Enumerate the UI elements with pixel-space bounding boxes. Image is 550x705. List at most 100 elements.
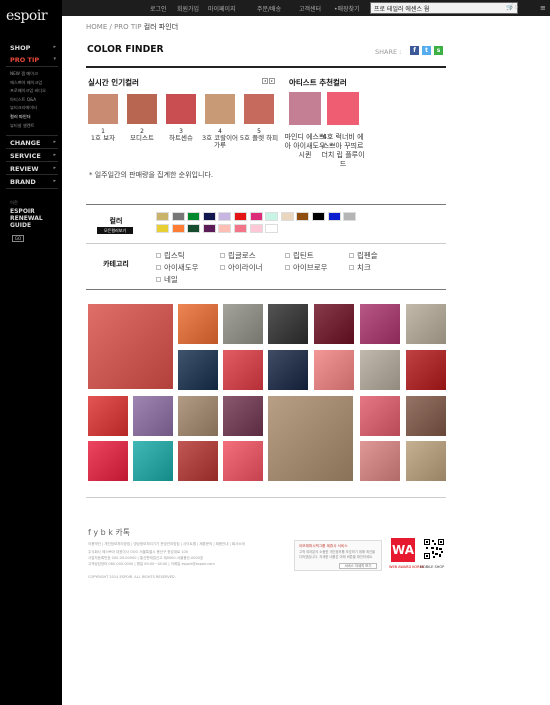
hamburger-icon[interactable]: ≡ [540, 4, 546, 12]
next-arrow-icon[interactable]: ▸ [269, 78, 275, 84]
popular-color-item[interactable]: 5 5호 플렛 하피 [240, 94, 278, 142]
brand-logo[interactable]: espoir [6, 8, 48, 24]
submenu-item[interactable]: 프로메이크업 비디오 [10, 87, 60, 96]
partner-box-button[interactable]: 서비스 자세히 보기 [339, 563, 377, 569]
nav-service[interactable]: SERVICE ▸ [10, 152, 58, 160]
color-chip[interactable] [249, 224, 263, 233]
result-swatch[interactable] [268, 350, 308, 390]
color-chip[interactable] [312, 212, 325, 221]
login-link[interactable]: 로그인 [150, 4, 167, 13]
renewal-go-button[interactable]: GO [12, 235, 24, 242]
color-chip[interactable] [343, 212, 357, 221]
color-chip[interactable] [280, 212, 294, 221]
checkbox[interactable] [156, 253, 161, 258]
color-chip[interactable] [234, 212, 247, 221]
color-chip[interactable] [187, 212, 201, 221]
result-swatch[interactable] [223, 441, 263, 481]
submenu-item[interactable]: 아티스트 Q&A [10, 96, 60, 105]
result-swatch[interactable] [360, 441, 400, 481]
checkbox[interactable] [349, 253, 354, 258]
result-swatch[interactable] [360, 350, 400, 390]
result-swatch[interactable] [406, 350, 446, 390]
footer-links[interactable]: 이용약관 | 개인정보처리방침 | 영상정보처리기기 운영관리방침 | 사이트맵… [88, 542, 245, 547]
facebook-icon[interactable]: f [410, 46, 419, 55]
checkbox[interactable] [156, 265, 161, 270]
color-chip[interactable] [265, 212, 279, 221]
prev-arrow-icon[interactable]: ◂ [262, 78, 268, 84]
result-swatch[interactable] [88, 304, 173, 389]
popular-color-item[interactable]: 3 하트센슈 [166, 94, 196, 142]
support-link[interactable]: 고객센터 [299, 4, 321, 13]
result-swatch[interactable] [314, 304, 354, 344]
category-lipgloss[interactable]: 립글로스 [220, 250, 256, 261]
result-swatch[interactable] [178, 350, 218, 390]
color-chip[interactable] [296, 212, 310, 221]
checkbox[interactable] [156, 277, 161, 282]
all-colors-button[interactable]: 모든컬러보기 [97, 227, 133, 234]
color-chip[interactable] [187, 224, 201, 233]
result-swatch[interactable] [360, 396, 400, 436]
artist-color-item[interactable]: 마인디 에스쁘아 아이새도우 시퀸 [285, 92, 325, 159]
color-chip[interactable] [234, 224, 247, 233]
color-chip[interactable] [202, 212, 216, 221]
category-lippencil[interactable]: 립펜슬 [349, 250, 378, 261]
color-chip[interactable] [171, 212, 185, 221]
order-link[interactable]: 주문/배송 [257, 4, 281, 13]
nav-change[interactable]: CHANGE ▸ [10, 139, 58, 147]
popular-color-item[interactable]: 2 모디스트 [127, 94, 157, 142]
twitter-icon[interactable]: t [422, 46, 431, 55]
breadcrumb-home[interactable]: HOME [86, 23, 107, 31]
category-cheek[interactable]: 치크 [349, 262, 371, 273]
result-swatch[interactable] [223, 350, 263, 390]
category-nail[interactable]: 네일 [156, 274, 178, 285]
submenu-item[interactable]: NEW 잼 메이크 [10, 70, 60, 79]
nav-brand[interactable]: BRAND ▸ [10, 178, 58, 186]
checkbox[interactable] [220, 253, 225, 258]
result-swatch[interactable] [88, 441, 128, 481]
nav-protip[interactable]: PRO TIP ▾ [10, 56, 58, 64]
result-swatch[interactable] [360, 304, 400, 344]
category-eyeliner[interactable]: 아이라이너 [220, 262, 263, 273]
color-chip[interactable] [171, 224, 185, 233]
result-swatch[interactable] [223, 396, 263, 436]
color-chip[interactable] [327, 212, 341, 221]
category-eyeshadow[interactable]: 아이새도우 [156, 262, 199, 273]
cart-icon[interactable]: 🛒0 [506, 4, 518, 11]
color-chip[interactable] [156, 212, 169, 221]
result-swatch[interactable] [133, 396, 173, 436]
submenu-item[interactable]: 에스쁘아 메이크업 [10, 79, 60, 88]
result-swatch[interactable] [223, 304, 263, 344]
nav-review[interactable]: REVIEW ▸ [10, 165, 58, 173]
result-swatch[interactable] [406, 396, 446, 436]
search-input[interactable] [371, 3, 495, 13]
result-swatch[interactable] [406, 441, 446, 481]
color-chip[interactable] [249, 212, 263, 221]
checkbox[interactable] [220, 265, 225, 270]
renewal-guide-title[interactable]: ESPOIR RENEWAL GUIDE [10, 208, 54, 229]
result-swatch[interactable] [268, 396, 353, 481]
checkbox[interactable] [285, 265, 290, 270]
artist-color-item[interactable]: 4호 럭너비 에스쁘아 꾸띄르 더치 립 플루이드 [321, 92, 365, 168]
result-swatch[interactable] [133, 441, 173, 481]
checkbox[interactable] [285, 253, 290, 258]
color-chip[interactable] [265, 224, 279, 233]
checkbox[interactable] [349, 265, 354, 270]
color-chip[interactable] [202, 224, 216, 233]
mypage-link[interactable]: 마이페이지 [208, 4, 236, 13]
result-swatch[interactable] [88, 396, 128, 436]
popular-color-item[interactable]: 1 1호 보자 [88, 94, 118, 142]
submenu-item-current[interactable]: 컬러 파인더 [10, 113, 60, 122]
result-swatch[interactable] [406, 304, 446, 344]
result-swatch[interactable] [178, 304, 218, 344]
color-chip[interactable] [156, 224, 169, 233]
store-finder-link[interactable]: •매장찾기 [334, 4, 360, 13]
result-swatch[interactable] [178, 396, 218, 436]
popular-color-item[interactable]: 4 3호 코랄이어 가루 [202, 94, 238, 149]
join-link[interactable]: 회원가입 [177, 4, 199, 13]
submenu-item[interactable]: 뷰티살 셀렌트 [10, 122, 60, 131]
social-icons[interactable]: f y b k 카톡 [88, 527, 130, 538]
color-chip[interactable] [218, 224, 232, 233]
breadcrumb-level1[interactable]: PRO TIP [114, 23, 141, 31]
nav-shop[interactable]: SHOP ▸ [10, 44, 58, 52]
result-swatch[interactable] [314, 350, 354, 390]
